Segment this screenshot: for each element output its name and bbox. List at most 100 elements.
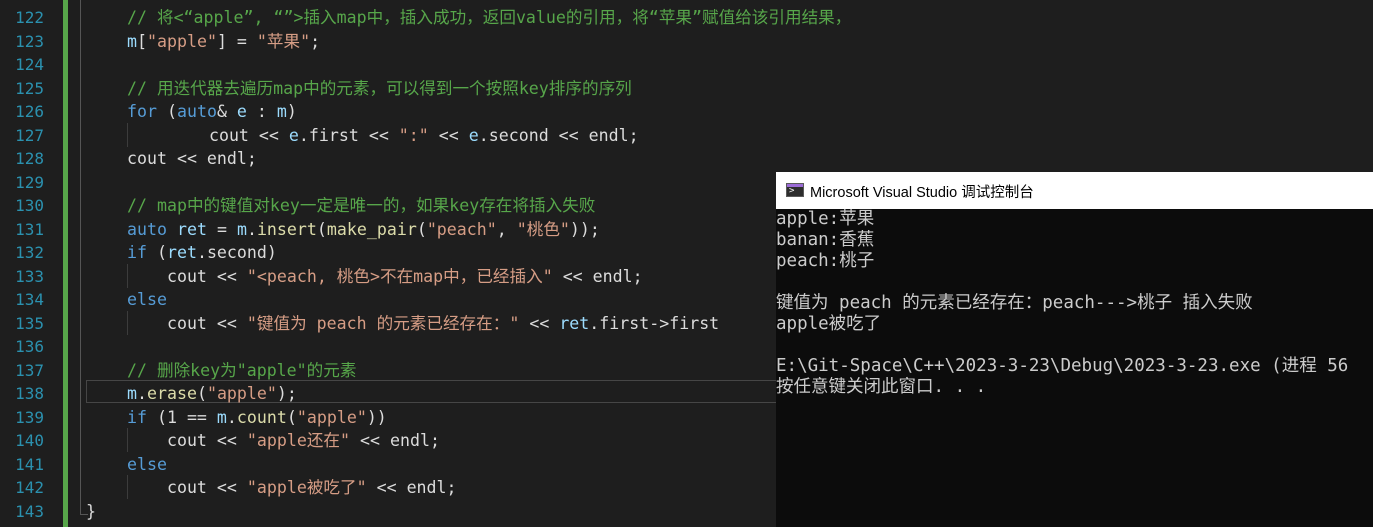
code-token: "键值为 peach 的元素已经存在：" (246, 313, 520, 333)
console-title: Microsoft Visual Studio 调试控制台 (810, 185, 1034, 201)
code-line: cout << endl; (127, 147, 257, 171)
code-token: else (127, 454, 167, 474)
console-line: apple:苹果 (776, 209, 875, 229)
code-token: auto (176, 102, 217, 121)
code-token: ; (310, 31, 321, 51)
code-token: << endl; (552, 266, 643, 286)
code-token: [ (137, 31, 147, 51)
code-token: e (236, 102, 247, 121)
line-number: 141 (15, 454, 44, 474)
console-app-icon (786, 183, 804, 197)
code-token: )); (569, 219, 600, 239)
code-token: cout << (127, 478, 247, 497)
line-number: 129 (15, 172, 44, 192)
code-line: auto ret = m.insert(make_pair("peach", "… (127, 218, 600, 242)
code-token: ret (559, 313, 590, 333)
code-token: . (226, 407, 237, 427)
line-number: 125 (15, 78, 44, 98)
line-number: 122 (15, 8, 44, 27)
line-number: 132 (15, 243, 44, 262)
code-token: // map中的键值对key一定是唯一的，如果key存在将插入失败 (127, 196, 596, 215)
code-token: "peach" (426, 219, 497, 239)
outlining-guide (80, 0, 81, 515)
code-token: ret (176, 219, 207, 239)
code-line: for (auto& e : m) (127, 100, 297, 124)
code-token: } (86, 501, 96, 521)
code-line: else (127, 453, 167, 477)
line-number: 133 (15, 266, 44, 286)
code-token: ); (276, 384, 297, 403)
code-token: ( (156, 102, 177, 121)
code-line: cout << "键值为 peach 的元素已经存在：" << ret.firs… (127, 312, 719, 336)
code-line: // 用迭代器去遍历map中的元素，可以得到一个按照key排序的序列 (127, 77, 632, 101)
code-token: .first->first (589, 313, 720, 333)
code-token: . (137, 384, 147, 403)
console-line: 键值为 peach 的元素已经存在：peach--->桃子 插入失败 (776, 293, 1253, 313)
code-token: "apple" (147, 31, 217, 51)
code-line: // map中的键值对key一定是唯一的，如果key存在将插入失败 (127, 194, 595, 218)
code-token: insert (256, 219, 317, 239)
code-line: if (1 == m.count("apple")) (127, 406, 387, 430)
line-number: 128 (15, 149, 44, 168)
code-token: = (206, 219, 237, 239)
code-line: // 删除key为"apple"的元素 (127, 359, 356, 383)
code-line: cout << "apple被吃了" << endl; (127, 476, 457, 500)
code-token: cout << (169, 125, 289, 145)
console-line: peach:桃子 (776, 251, 875, 271)
code-token: ret (166, 243, 197, 262)
code-token: << endl; (350, 431, 440, 450)
code-token: ( (316, 219, 327, 239)
code-token: "桃色" (516, 219, 570, 239)
line-number: 126 (15, 102, 44, 121)
code-token: ( (146, 243, 167, 262)
code-token: count (236, 407, 287, 427)
code-line: m.erase("apple"); (127, 382, 297, 406)
console-line: 按任意键关闭此窗口. . . (776, 377, 987, 397)
code-line: m["apple"] = "苹果"; (127, 30, 320, 54)
code-line: } (86, 500, 96, 524)
code-token: : (246, 102, 277, 121)
code-line: // 将<“apple”, “”>插入map中，插入成功，返回value的引用，… (127, 6, 851, 30)
line-number: 136 (15, 337, 44, 356)
code-token: make_pair (326, 219, 417, 239)
code-token: . (246, 219, 257, 239)
code-token: ":" (398, 125, 429, 145)
code-token: "apple" (206, 384, 277, 403)
console-title-bar[interactable]: Microsoft Visual Studio 调试控制台 (776, 172, 1373, 209)
code-line: cout << "apple还在" << endl; (127, 429, 440, 453)
code-token: for (127, 102, 157, 121)
console-line: apple被吃了 (776, 314, 882, 334)
line-number: 143 (15, 501, 44, 521)
code-token: // 删除key为"apple"的元素 (127, 360, 357, 380)
code-token: m (276, 102, 287, 121)
console-line: banan:香蕉 (776, 230, 875, 250)
code-token: , (496, 219, 517, 239)
code-token: m (236, 219, 247, 239)
code-line: cout << "<peach, 桃色>不在map中，已经插入" << endl… (127, 265, 643, 289)
code-token: erase (147, 384, 197, 403)
code-token: m (127, 384, 137, 403)
line-number: 131 (15, 219, 44, 239)
code-token: auto (127, 219, 167, 239)
debug-console-window[interactable]: Microsoft Visual Studio 调试控制台 apple:苹果ba… (776, 172, 1373, 527)
code-token: .first << (298, 125, 399, 145)
code-token: << endl; (366, 478, 457, 497)
code-token: )) (366, 407, 387, 427)
line-number: 127 (15, 125, 44, 145)
line-number: 138 (15, 384, 44, 403)
code-token: .second) (196, 243, 277, 262)
indent-guide (127, 123, 128, 147)
change-tracking-bar (63, 0, 68, 527)
line-number: 142 (15, 478, 44, 497)
line-number: 123 (15, 31, 44, 51)
code-token: e (288, 125, 299, 145)
console-line: E:\Git-Space\C++\2023-3-23\Debug\2023-3-… (776, 356, 1349, 376)
code-token: // 将<“apple”, “”>插入map中，插入成功，返回value的引用，… (127, 8, 852, 27)
code-token: else (127, 290, 167, 309)
code-line: cout << e.first << ":" << e.second << en… (169, 124, 639, 148)
line-number: 140 (15, 431, 44, 450)
line-number: 124 (15, 55, 44, 74)
code-token: "苹果" (256, 31, 311, 51)
line-number: 130 (15, 196, 44, 215)
